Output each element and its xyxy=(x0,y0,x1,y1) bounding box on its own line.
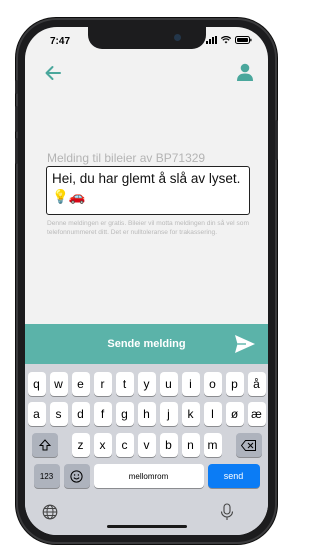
notch xyxy=(88,27,206,49)
message-input[interactable]: Hei, du har glemt å slå av lyset. 💡🚗 xyxy=(46,166,250,215)
key-x[interactable]: x xyxy=(93,433,112,457)
key-d[interactable]: d xyxy=(71,402,90,426)
emoji-icon xyxy=(70,469,83,483)
keyboard-row-1: qwertyuiopå xyxy=(25,372,268,396)
dictation-key[interactable] xyxy=(219,503,235,520)
home-indicator xyxy=(107,525,187,528)
phone-frame: 7:47 Melding til bileier av BP71329 Hei,… xyxy=(15,20,278,542)
emoji-key[interactable] xyxy=(63,464,90,488)
wifi-icon xyxy=(221,36,231,44)
numbers-key[interactable]: 123 xyxy=(33,464,60,488)
key-o[interactable]: o xyxy=(203,372,222,396)
back-button[interactable] xyxy=(43,63,63,83)
key-g[interactable]: g xyxy=(115,402,134,426)
key-a[interactable]: a xyxy=(27,402,46,426)
paper-plane-icon xyxy=(235,335,255,353)
send-key[interactable]: send xyxy=(207,464,260,488)
send-message-button[interactable]: Sende melding xyxy=(25,324,268,364)
battery-icon xyxy=(235,36,252,44)
key-y[interactable]: y xyxy=(137,372,156,396)
backspace-key[interactable] xyxy=(235,433,262,457)
key-z[interactable]: z xyxy=(71,433,90,457)
shift-key[interactable] xyxy=(31,433,58,457)
volume-down-button xyxy=(15,138,18,164)
key-i[interactable]: i xyxy=(181,372,200,396)
space-key[interactable]: mellomrom xyxy=(93,464,204,488)
globe-icon xyxy=(42,504,58,520)
key-f[interactable]: f xyxy=(93,402,112,426)
camera xyxy=(174,34,181,41)
key-u[interactable]: u xyxy=(159,372,178,396)
key-n[interactable]: n xyxy=(181,433,200,457)
globe-key[interactable] xyxy=(42,504,58,520)
message-disclaimer: Denne meldingen er gratis. Bileier vil m… xyxy=(47,220,249,236)
key-v[interactable]: v xyxy=(137,433,156,457)
key-m[interactable]: m xyxy=(203,433,222,457)
arrow-left-icon xyxy=(45,66,61,80)
key-t[interactable]: t xyxy=(115,372,134,396)
key-l[interactable]: l xyxy=(203,402,222,426)
status-time: 7:47 xyxy=(50,36,71,47)
key-ø[interactable]: ø xyxy=(225,402,244,426)
silent-switch xyxy=(15,80,18,94)
key-c[interactable]: c xyxy=(115,433,134,457)
message-label: Melding til bileier av BP71329 xyxy=(47,151,206,165)
signal-icon xyxy=(206,36,217,44)
key-j[interactable]: j xyxy=(159,402,178,426)
key-q[interactable]: q xyxy=(27,372,46,396)
keyboard-row-2: asdfghjkløæ xyxy=(25,402,268,426)
key-å[interactable]: å xyxy=(247,372,266,396)
backspace-icon xyxy=(241,439,256,451)
user-icon xyxy=(237,63,253,81)
send-message-label: Sende melding xyxy=(107,338,186,350)
keyboard: qwertyuiopå asdfghjkløæ zxcvbnm 123 mell… xyxy=(25,364,268,535)
keyboard-row-3-letters: zxcvbnm xyxy=(71,433,222,457)
screen: 7:47 Melding til bileier av BP71329 Hei,… xyxy=(25,27,268,535)
keyboard-row-3: zxcvbnm xyxy=(25,433,268,457)
profile-button[interactable] xyxy=(236,62,254,82)
volume-up-button xyxy=(15,106,18,132)
key-k[interactable]: k xyxy=(181,402,200,426)
key-h[interactable]: h xyxy=(137,402,156,426)
microphone-icon xyxy=(220,503,234,520)
key-s[interactable]: s xyxy=(49,402,68,426)
key-b[interactable]: b xyxy=(159,433,178,457)
key-w[interactable]: w xyxy=(49,372,68,396)
key-r[interactable]: r xyxy=(93,372,112,396)
key-e[interactable]: e xyxy=(71,372,90,396)
key-p[interactable]: p xyxy=(225,372,244,396)
status-icons xyxy=(206,36,252,44)
shift-icon xyxy=(38,439,51,451)
key-æ[interactable]: æ xyxy=(247,402,266,426)
keyboard-row-4: 123 mellomrom send xyxy=(25,464,268,488)
power-button xyxy=(275,120,278,160)
